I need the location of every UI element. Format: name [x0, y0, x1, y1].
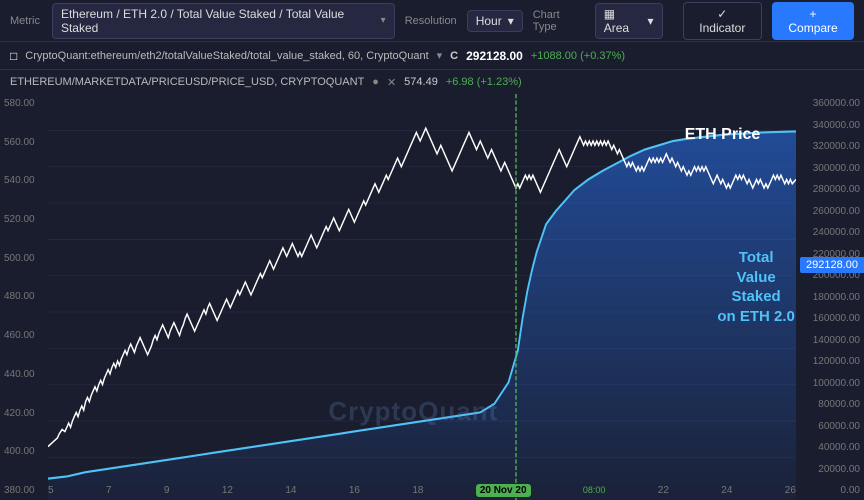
series1-bar: □ CryptoQuant:ethereum/eth2/totalValueSt…	[0, 42, 864, 70]
y-axis-right-label: 120000.00	[796, 356, 860, 367]
y-axis-label: 520.00	[4, 214, 48, 225]
y-axis-right-label: 300000.00	[796, 163, 860, 174]
metric-value: Ethereum / ETH 2.0 / Total Value Staked …	[61, 7, 375, 35]
x-axis-label: 26	[785, 485, 796, 496]
x-axis-label: 08:00	[583, 485, 606, 495]
metric-label: Metric	[10, 15, 40, 27]
series1-tooltip-prefix: C	[450, 50, 458, 62]
chart-type-chevron-icon: ▾	[647, 14, 653, 28]
series1-icon: □	[10, 49, 17, 63]
right-y-axis: 360000.00 340000.00 320000.00 300000.00 …	[796, 94, 864, 500]
y-axis-label: 500.00	[4, 253, 48, 264]
series1-tooltip-value: 292128.00	[466, 49, 523, 63]
y-axis-right-label: 360000.00	[796, 98, 860, 109]
y-axis-right-label: 180000.00	[796, 292, 860, 303]
x-axis-label: 22	[658, 485, 669, 496]
price-tag: 292128.00	[800, 257, 864, 273]
y-axis-right-label: 320000.00	[796, 141, 860, 152]
x-axis-label: 9	[164, 485, 170, 496]
chart-type-label: Chart Type	[533, 9, 585, 33]
x-axis: 5 7 9 12 14 16 18 20 Nov 20 08:00 22 24 …	[48, 480, 796, 500]
series2-change: +6.98 (+1.23%)	[446, 76, 522, 88]
series2-dot-icon[interactable]: ●	[372, 76, 379, 88]
y-axis-label: 420.00	[4, 408, 48, 419]
y-axis-label: 540.00	[4, 175, 48, 186]
y-axis-right-label: 60000.00	[796, 421, 860, 432]
y-axis-right-label: 280000.00	[796, 184, 860, 195]
y-axis-right-label: 20000.00	[796, 464, 860, 475]
y-axis-label: 480.00	[4, 291, 48, 302]
resolution-select[interactable]: Hour ▾	[467, 10, 523, 32]
x-axis-label: 5	[48, 485, 54, 496]
chart-svg	[48, 94, 796, 500]
resolution-label: Resolution	[405, 15, 457, 27]
y-axis-label: 400.00	[4, 446, 48, 457]
x-axis-date-highlight: 20 Nov 20	[476, 484, 531, 497]
x-axis-label: 14	[285, 485, 296, 496]
resolution-chevron-icon: ▾	[508, 14, 514, 28]
series1-controls[interactable]: ▾	[437, 49, 443, 62]
x-axis-label: 12	[222, 485, 233, 496]
metric-select[interactable]: Ethereum / ETH 2.0 / Total Value Staked …	[52, 3, 395, 39]
x-axis-label: 16	[349, 485, 360, 496]
y-axis-right-label: 160000.00	[796, 313, 860, 324]
metric-chevron-icon: ▾	[381, 15, 386, 26]
y-axis-right-label: 260000.00	[796, 206, 860, 217]
y-axis-right-label: 80000.00	[796, 399, 860, 410]
compare-label: + Compare	[784, 7, 842, 35]
y-axis-right-label: 40000.00	[796, 442, 860, 453]
series2-bar: ETHEREUM/MARKETDATA/PRICEUSD/PRICE_USD, …	[0, 70, 864, 94]
indicator-button[interactable]: ✓ Indicator	[683, 2, 763, 40]
y-axis-right-label: 0.00	[796, 485, 860, 496]
y-axis-label: 460.00	[4, 330, 48, 341]
indicator-label: ✓ Indicator	[694, 7, 752, 35]
chart-type-select[interactable]: ▦ Area ▾	[595, 3, 663, 39]
series2-name: ETHEREUM/MARKETDATA/PRICEUSD/PRICE_USD, …	[10, 76, 364, 88]
series2-value: 574.49	[404, 76, 438, 88]
chart-container: 580.00 560.00 540.00 520.00 500.00 480.0…	[0, 94, 864, 500]
series1-name: CryptoQuant:ethereum/eth2/totalValueStak…	[25, 50, 428, 62]
resolution-value: Hour	[476, 14, 502, 28]
left-y-axis: 580.00 560.00 540.00 520.00 500.00 480.0…	[0, 94, 48, 500]
y-axis-right-label: 140000.00	[796, 335, 860, 346]
compare-button[interactable]: + Compare	[772, 2, 854, 40]
top-bar: Metric Ethereum / ETH 2.0 / Total Value …	[0, 0, 864, 42]
price-tag-value: 292128.00	[806, 259, 858, 271]
y-axis-label: 380.00	[4, 485, 48, 496]
series1-tooltip-change: +1088.00 (+0.37%)	[531, 50, 625, 62]
y-axis-right-label: 340000.00	[796, 120, 860, 131]
chart-type-value: ▦ Area	[604, 7, 642, 35]
x-axis-label: 24	[721, 485, 732, 496]
x-axis-label: 7	[106, 485, 112, 496]
x-axis-label: 18	[412, 485, 423, 496]
y-axis-right-label: 240000.00	[796, 227, 860, 238]
series2-close-icon[interactable]: ✕	[387, 76, 396, 89]
y-axis-label: 580.00	[4, 98, 48, 109]
y-axis-right-label: 100000.00	[796, 378, 860, 389]
y-axis-label: 440.00	[4, 369, 48, 380]
y-axis-label: 560.00	[4, 137, 48, 148]
